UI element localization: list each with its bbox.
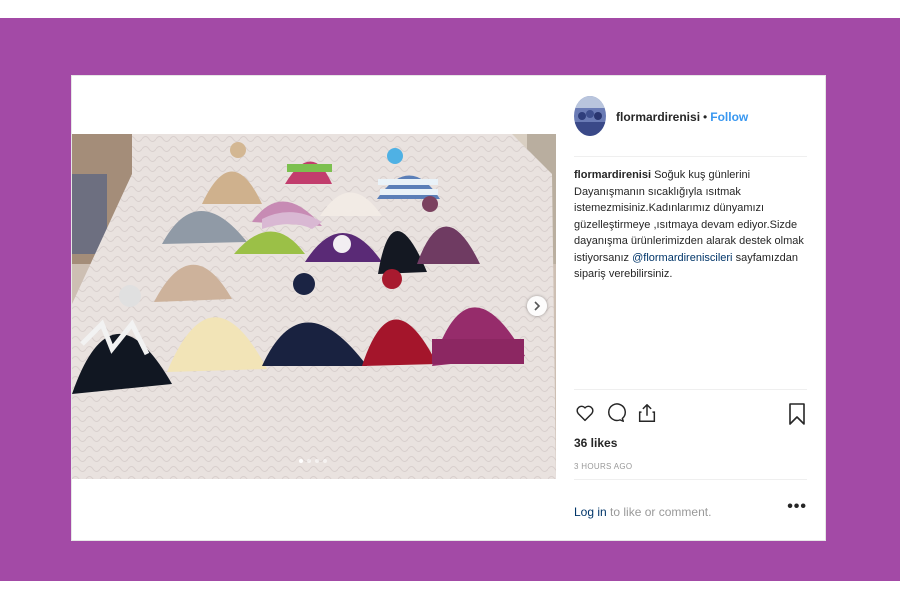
post-actions: 36 likes 3 HOURS AGO — [574, 389, 807, 480]
caption-text: Soğuk kuş günlerini Dayanışmanın sıcaklı… — [574, 169, 804, 264]
follow-button[interactable]: Follow — [710, 110, 748, 124]
more-options-button[interactable]: ••• — [787, 498, 807, 516]
avatar[interactable] — [574, 96, 606, 136]
caption-mention-link[interactable]: @flormardireniscileri — [632, 252, 732, 264]
carousel-dot — [299, 459, 303, 463]
comment-bar: Log in to like or comment. ••• — [574, 479, 807, 540]
post-photo — [72, 134, 556, 479]
username-link[interactable]: flormardirenisi — [616, 110, 700, 124]
heart-icon[interactable] — [574, 402, 596, 424]
post-media — [72, 76, 556, 540]
carousel-dot — [315, 459, 319, 463]
avatar-image — [574, 96, 606, 136]
carousel-dot — [307, 459, 311, 463]
post-caption: flormardirenisi Soğuk kuş günlerini Daya… — [574, 167, 804, 283]
post-header: flormardirenisi • Follow — [574, 96, 807, 157]
carousel-dots — [299, 459, 327, 463]
separator-dot: • — [703, 110, 708, 124]
login-link[interactable]: Log in — [574, 505, 607, 519]
chevron-right-icon — [534, 301, 541, 311]
post-card: flormardirenisi • Follow flormardirenisi S… — [71, 75, 826, 541]
share-icon[interactable] — [636, 402, 658, 424]
comment-icon[interactable] — [604, 402, 626, 424]
carousel-next-button[interactable] — [527, 296, 547, 316]
post-timestamp[interactable]: 3 HOURS AGO — [574, 462, 632, 471]
likes-count[interactable]: 36 likes — [574, 436, 617, 450]
login-prompt-text: to like or comment. — [610, 505, 712, 519]
caption-username[interactable]: flormardirenisi — [574, 169, 651, 181]
post-sidebar: flormardirenisi • Follow flormardirenisi S… — [556, 76, 825, 540]
carousel-dot — [323, 459, 327, 463]
bookmark-icon[interactable] — [787, 402, 807, 426]
